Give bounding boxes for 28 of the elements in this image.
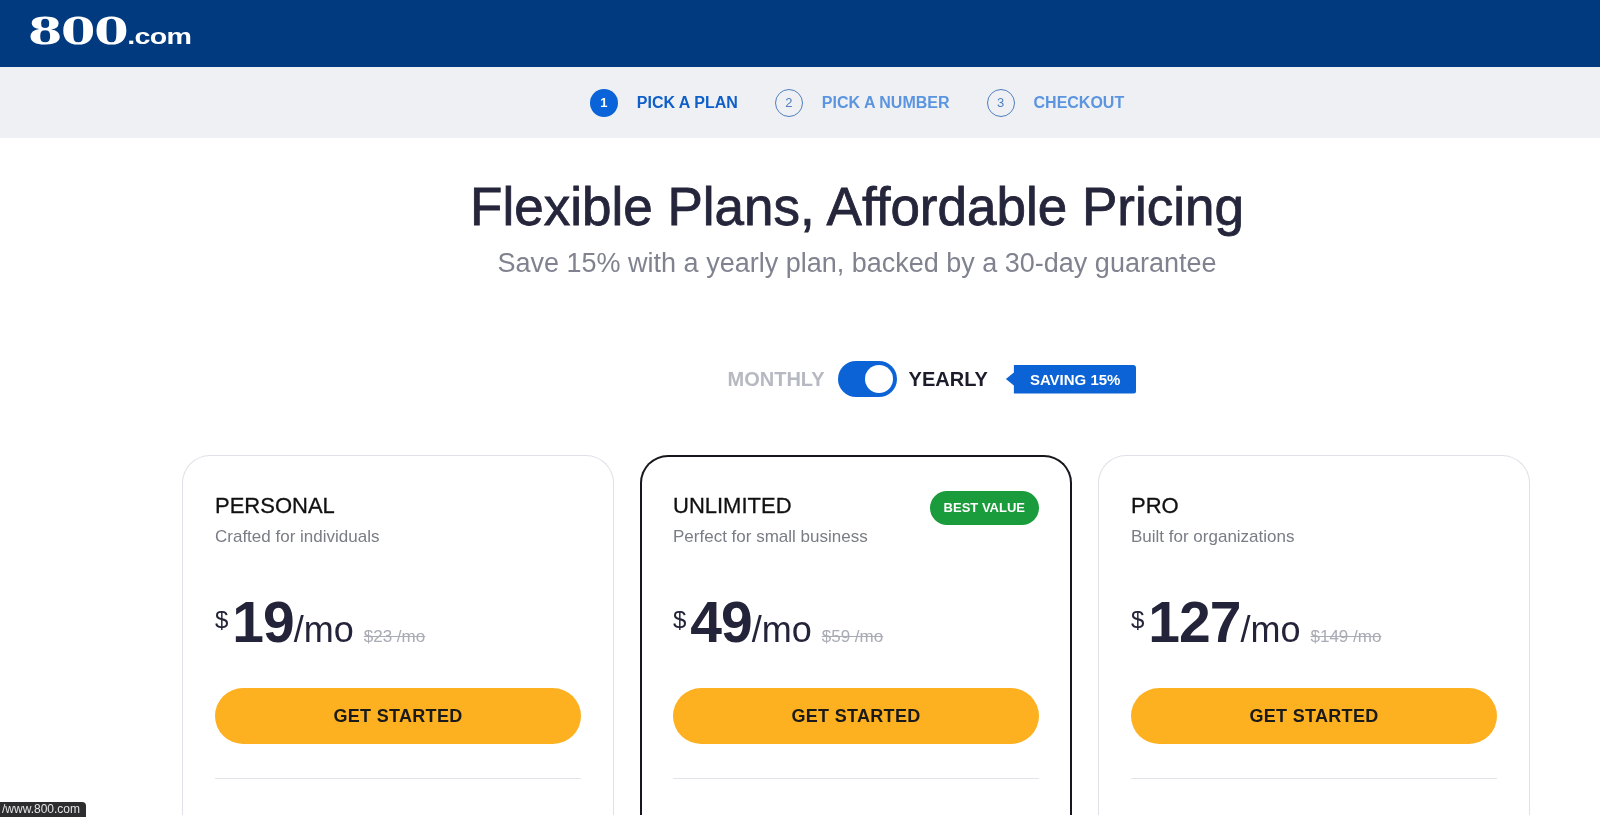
best-value-badge: BEST VALUE bbox=[929, 491, 1039, 525]
plan-tagline: Built for organizations bbox=[1131, 527, 1295, 547]
step-label: PICK A NUMBER bbox=[821, 93, 950, 112]
old-price: $23 /mo bbox=[363, 627, 426, 647]
get-started-button[interactable]: GET STARTED bbox=[673, 688, 1039, 744]
saving-badge: SAVING 15% bbox=[1005, 364, 1137, 394]
step-number: 1 bbox=[589, 88, 618, 117]
plan-price: $49/mo bbox=[673, 592, 812, 652]
plan-name: PRO bbox=[1131, 493, 1179, 519]
page-subtitle: Save 15% with a yearly plan, backed by a 30-day guarantee bbox=[497, 247, 1217, 279]
plan-name: UNLIMITED bbox=[673, 493, 792, 519]
get-started-button[interactable]: GET STARTED bbox=[1131, 688, 1497, 744]
old-price: $59 /mo bbox=[821, 627, 884, 647]
plan-name: PERSONAL bbox=[215, 493, 335, 519]
plan-tagline: Perfect for small business bbox=[673, 527, 868, 547]
plan-price: $19/mo bbox=[215, 592, 354, 652]
link-status-bubble: /www.800.com bbox=[0, 802, 87, 817]
billing-toggle[interactable] bbox=[837, 361, 897, 397]
old-price: $149 /mo bbox=[1310, 627, 1382, 647]
step-label: CHECKOUT bbox=[1033, 93, 1125, 112]
yearly-label: YEARLY bbox=[908, 367, 988, 391]
get-started-button[interactable]: GET STARTED bbox=[215, 688, 581, 744]
logo[interactable]: 800.com bbox=[28, 14, 192, 53]
page-title: Flexible Plans, Affordable Pricing bbox=[470, 177, 1244, 237]
monthly-label: MONTHLY bbox=[727, 367, 825, 391]
step-label: PICK A PLAN bbox=[636, 93, 738, 112]
plan-tagline: Crafted for individuals bbox=[215, 527, 380, 547]
plan-price: $127/mo bbox=[1131, 592, 1301, 652]
